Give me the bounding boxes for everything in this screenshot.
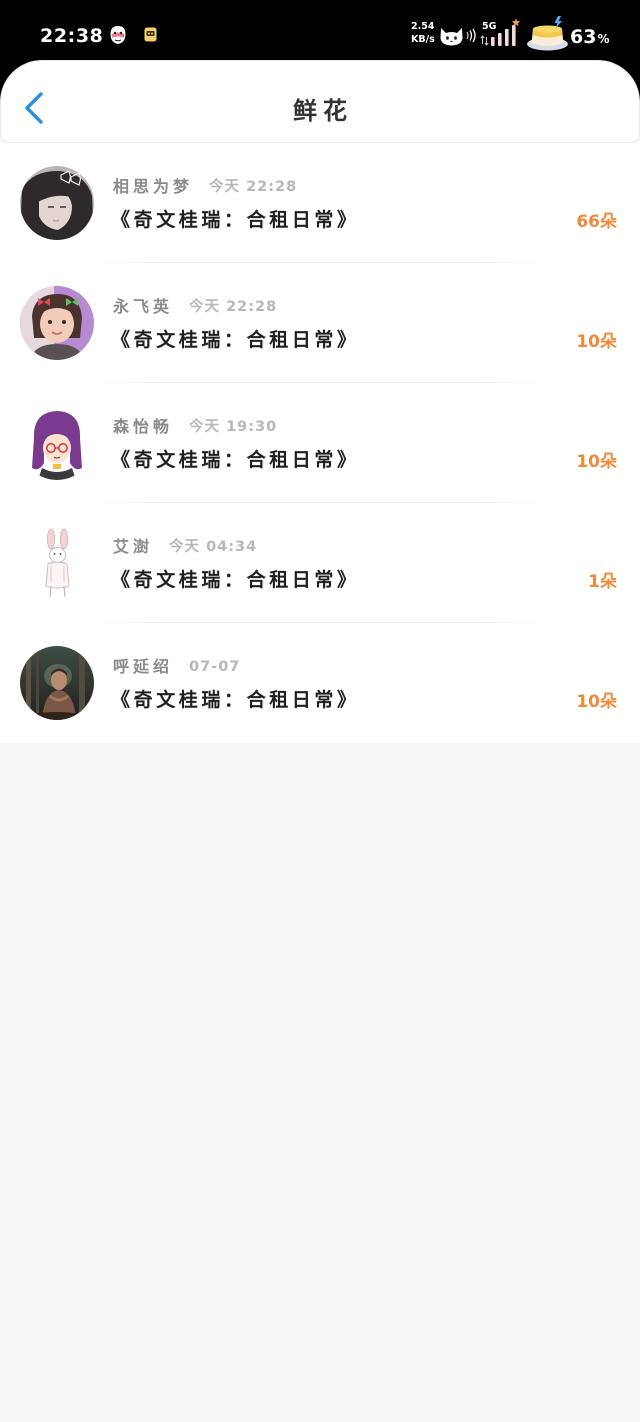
username: 相思为梦 <box>113 177 194 196</box>
list-item[interactable]: 相思为梦 今天 22:28 《奇文桂瑞：合租日常》 66朵 <box>0 143 640 263</box>
notification-app-icon <box>144 27 157 42</box>
item-meta: 呼延绍 07-07 <box>113 657 240 677</box>
user-avatar[interactable] <box>20 166 94 240</box>
battery-level-unit: % <box>597 32 610 46</box>
book-title: 《奇文桂瑞：合租日常》 <box>111 569 360 591</box>
username: 永飞英 <box>113 297 174 316</box>
timestamp: 今天 22:28 <box>189 299 278 315</box>
user-avatar[interactable] <box>20 286 94 360</box>
network-speed-value: 2.54 <box>411 21 435 32</box>
status-time: 22:38 <box>40 25 104 47</box>
mask-face-icon <box>109 25 127 45</box>
status-bar: 22:38 2.54 KB/s 5G 63% <box>0 0 640 60</box>
list-item[interactable]: 呼延绍 07-07 《奇文桂瑞：合租日常》 10朵 <box>0 623 640 743</box>
flower-count: 10朵 <box>576 692 617 712</box>
timestamp: 今天 22:28 <box>209 179 298 195</box>
flower-count: 10朵 <box>576 452 617 472</box>
network-speed-unit: KB/s <box>411 33 435 45</box>
item-meta: 艾澍 今天 04:34 <box>113 537 257 557</box>
vibration-icon <box>465 28 476 43</box>
battery-level-value: 63 <box>570 26 597 48</box>
flower-count: 1朵 <box>588 572 617 592</box>
page-title: 鲜花 <box>293 97 353 125</box>
timestamp: 07-07 <box>189 659 241 675</box>
flower-count: 66朵 <box>576 212 617 232</box>
book-title: 《奇文桂瑞：合租日常》 <box>111 329 360 351</box>
battery-icon <box>526 15 569 52</box>
data-activity-icon <box>480 35 489 46</box>
item-meta: 森怡畅 今天 19:30 <box>113 417 277 437</box>
username: 森怡畅 <box>113 417 174 436</box>
user-avatar[interactable] <box>20 406 94 480</box>
battery-level: 63% <box>570 24 609 52</box>
flower-record-list: 相思为梦 今天 22:28 《奇文桂瑞：合租日常》 66朵 永飞英 今天 22:… <box>0 143 640 743</box>
timestamp: 今天 04:34 <box>169 539 258 555</box>
username: 呼延绍 <box>113 657 174 676</box>
username: 艾澍 <box>113 537 154 556</box>
network-speed: 2.54 KB/s <box>411 21 435 46</box>
item-meta: 永飞英 今天 22:28 <box>113 297 277 317</box>
book-title: 《奇文桂瑞：合租日常》 <box>111 209 360 231</box>
page-header: 鲜花 <box>0 60 640 143</box>
timestamp: 今天 19:30 <box>189 419 278 435</box>
user-avatar[interactable] <box>20 646 94 720</box>
book-title: 《奇文桂瑞：合租日常》 <box>111 689 360 711</box>
list-item[interactable]: 艾澍 今天 04:34 《奇文桂瑞：合租日常》 1朵 <box>0 503 640 623</box>
list-item[interactable]: 森怡畅 今天 19:30 《奇文桂瑞：合租日常》 10朵 <box>0 383 640 503</box>
item-meta: 相思为梦 今天 22:28 <box>113 177 297 197</box>
list-item[interactable]: 永飞英 今天 22:28 《奇文桂瑞：合租日常》 10朵 <box>0 263 640 383</box>
user-avatar[interactable] <box>20 526 94 600</box>
book-title: 《奇文桂瑞：合租日常》 <box>111 449 360 471</box>
flower-count: 10朵 <box>576 332 617 352</box>
cat-icon <box>438 24 465 47</box>
cellular-signal-icon <box>490 18 521 48</box>
